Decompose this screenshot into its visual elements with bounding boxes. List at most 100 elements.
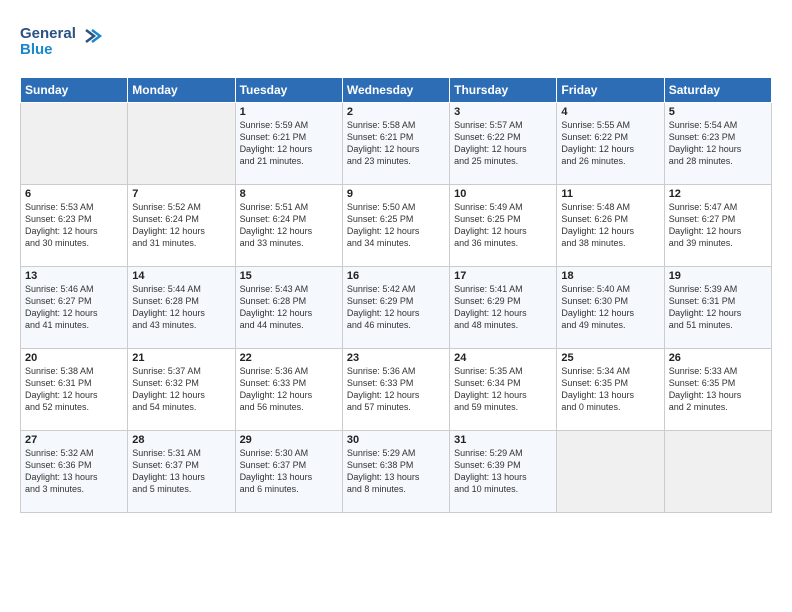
calendar-cell: 16Sunrise: 5:42 AM Sunset: 6:29 PM Dayli…	[342, 267, 449, 349]
calendar-cell: 15Sunrise: 5:43 AM Sunset: 6:28 PM Dayli…	[235, 267, 342, 349]
calendar-cell: 6Sunrise: 5:53 AM Sunset: 6:23 PM Daylig…	[21, 185, 128, 267]
calendar-cell: 28Sunrise: 5:31 AM Sunset: 6:37 PM Dayli…	[128, 431, 235, 513]
weekday-header-tuesday: Tuesday	[235, 78, 342, 103]
day-detail: Sunrise: 5:46 AM Sunset: 6:27 PM Dayligh…	[25, 283, 123, 332]
day-detail: Sunrise: 5:31 AM Sunset: 6:37 PM Dayligh…	[132, 447, 230, 496]
calendar-cell: 22Sunrise: 5:36 AM Sunset: 6:33 PM Dayli…	[235, 349, 342, 431]
calendar-cell: 18Sunrise: 5:40 AM Sunset: 6:30 PM Dayli…	[557, 267, 664, 349]
calendar-week-2: 6Sunrise: 5:53 AM Sunset: 6:23 PM Daylig…	[21, 185, 772, 267]
day-detail: Sunrise: 5:30 AM Sunset: 6:37 PM Dayligh…	[240, 447, 338, 496]
day-number: 24	[454, 352, 552, 364]
day-number: 2	[347, 106, 445, 118]
svg-text:Blue: Blue	[20, 41, 53, 58]
calendar-cell: 1Sunrise: 5:59 AM Sunset: 6:21 PM Daylig…	[235, 103, 342, 185]
day-detail: Sunrise: 5:58 AM Sunset: 6:21 PM Dayligh…	[347, 119, 445, 168]
calendar-cell: 30Sunrise: 5:29 AM Sunset: 6:38 PM Dayli…	[342, 431, 449, 513]
day-detail: Sunrise: 5:52 AM Sunset: 6:24 PM Dayligh…	[132, 201, 230, 250]
calendar-cell	[664, 431, 771, 513]
day-number: 23	[347, 352, 445, 364]
calendar-cell: 12Sunrise: 5:47 AM Sunset: 6:27 PM Dayli…	[664, 185, 771, 267]
day-number: 26	[669, 352, 767, 364]
day-number: 17	[454, 270, 552, 282]
weekday-header-saturday: Saturday	[664, 78, 771, 103]
day-number: 13	[25, 270, 123, 282]
day-number: 28	[132, 434, 230, 446]
weekday-header-row: SundayMondayTuesdayWednesdayThursdayFrid…	[21, 78, 772, 103]
day-number: 3	[454, 106, 552, 118]
day-detail: Sunrise: 5:39 AM Sunset: 6:31 PM Dayligh…	[669, 283, 767, 332]
weekday-header-monday: Monday	[128, 78, 235, 103]
calendar-cell: 23Sunrise: 5:36 AM Sunset: 6:33 PM Dayli…	[342, 349, 449, 431]
day-detail: Sunrise: 5:48 AM Sunset: 6:26 PM Dayligh…	[561, 201, 659, 250]
calendar-cell: 7Sunrise: 5:52 AM Sunset: 6:24 PM Daylig…	[128, 185, 235, 267]
day-number: 12	[669, 188, 767, 200]
day-detail: Sunrise: 5:33 AM Sunset: 6:35 PM Dayligh…	[669, 365, 767, 414]
calendar-cell: 3Sunrise: 5:57 AM Sunset: 6:22 PM Daylig…	[450, 103, 557, 185]
day-number: 27	[25, 434, 123, 446]
day-number: 20	[25, 352, 123, 364]
day-number: 7	[132, 188, 230, 200]
day-detail: Sunrise: 5:43 AM Sunset: 6:28 PM Dayligh…	[240, 283, 338, 332]
day-number: 4	[561, 106, 659, 118]
calendar-cell: 11Sunrise: 5:48 AM Sunset: 6:26 PM Dayli…	[557, 185, 664, 267]
day-number: 21	[132, 352, 230, 364]
calendar-cell: 2Sunrise: 5:58 AM Sunset: 6:21 PM Daylig…	[342, 103, 449, 185]
day-number: 1	[240, 106, 338, 118]
day-number: 5	[669, 106, 767, 118]
calendar-cell: 27Sunrise: 5:32 AM Sunset: 6:36 PM Dayli…	[21, 431, 128, 513]
day-detail: Sunrise: 5:37 AM Sunset: 6:32 PM Dayligh…	[132, 365, 230, 414]
calendar-cell: 19Sunrise: 5:39 AM Sunset: 6:31 PM Dayli…	[664, 267, 771, 349]
day-detail: Sunrise: 5:44 AM Sunset: 6:28 PM Dayligh…	[132, 283, 230, 332]
weekday-header-wednesday: Wednesday	[342, 78, 449, 103]
calendar-cell: 8Sunrise: 5:51 AM Sunset: 6:24 PM Daylig…	[235, 185, 342, 267]
calendar-cell: 9Sunrise: 5:50 AM Sunset: 6:25 PM Daylig…	[342, 185, 449, 267]
day-number: 16	[347, 270, 445, 282]
calendar-cell	[128, 103, 235, 185]
day-number: 15	[240, 270, 338, 282]
weekday-header-friday: Friday	[557, 78, 664, 103]
calendar-cell: 26Sunrise: 5:33 AM Sunset: 6:35 PM Dayli…	[664, 349, 771, 431]
calendar-cell: 31Sunrise: 5:29 AM Sunset: 6:39 PM Dayli…	[450, 431, 557, 513]
day-detail: Sunrise: 5:53 AM Sunset: 6:23 PM Dayligh…	[25, 201, 123, 250]
calendar-cell: 24Sunrise: 5:35 AM Sunset: 6:34 PM Dayli…	[450, 349, 557, 431]
day-detail: Sunrise: 5:59 AM Sunset: 6:21 PM Dayligh…	[240, 119, 338, 168]
weekday-header-sunday: Sunday	[21, 78, 128, 103]
day-detail: Sunrise: 5:32 AM Sunset: 6:36 PM Dayligh…	[25, 447, 123, 496]
calendar-week-4: 20Sunrise: 5:38 AM Sunset: 6:31 PM Dayli…	[21, 349, 772, 431]
day-detail: Sunrise: 5:54 AM Sunset: 6:23 PM Dayligh…	[669, 119, 767, 168]
day-detail: Sunrise: 5:55 AM Sunset: 6:22 PM Dayligh…	[561, 119, 659, 168]
day-number: 11	[561, 188, 659, 200]
day-number: 14	[132, 270, 230, 282]
logo-svg: General Blue	[20, 20, 110, 64]
calendar-cell: 10Sunrise: 5:49 AM Sunset: 6:25 PM Dayli…	[450, 185, 557, 267]
header: General Blue	[20, 16, 772, 69]
calendar-cell: 5Sunrise: 5:54 AM Sunset: 6:23 PM Daylig…	[664, 103, 771, 185]
day-number: 19	[669, 270, 767, 282]
day-number: 25	[561, 352, 659, 364]
page: General Blue SundayMondayTuesdayWednesda…	[0, 0, 792, 523]
svg-text:General: General	[20, 25, 76, 42]
calendar-cell	[557, 431, 664, 513]
day-detail: Sunrise: 5:40 AM Sunset: 6:30 PM Dayligh…	[561, 283, 659, 332]
day-number: 6	[25, 188, 123, 200]
day-detail: Sunrise: 5:35 AM Sunset: 6:34 PM Dayligh…	[454, 365, 552, 414]
calendar-week-5: 27Sunrise: 5:32 AM Sunset: 6:36 PM Dayli…	[21, 431, 772, 513]
calendar-table: SundayMondayTuesdayWednesdayThursdayFrid…	[20, 77, 772, 513]
calendar-cell: 20Sunrise: 5:38 AM Sunset: 6:31 PM Dayli…	[21, 349, 128, 431]
day-detail: Sunrise: 5:41 AM Sunset: 6:29 PM Dayligh…	[454, 283, 552, 332]
day-detail: Sunrise: 5:50 AM Sunset: 6:25 PM Dayligh…	[347, 201, 445, 250]
day-number: 9	[347, 188, 445, 200]
day-number: 8	[240, 188, 338, 200]
day-detail: Sunrise: 5:29 AM Sunset: 6:39 PM Dayligh…	[454, 447, 552, 496]
calendar-cell: 13Sunrise: 5:46 AM Sunset: 6:27 PM Dayli…	[21, 267, 128, 349]
day-detail: Sunrise: 5:57 AM Sunset: 6:22 PM Dayligh…	[454, 119, 552, 168]
day-detail: Sunrise: 5:29 AM Sunset: 6:38 PM Dayligh…	[347, 447, 445, 496]
day-number: 30	[347, 434, 445, 446]
calendar-cell: 25Sunrise: 5:34 AM Sunset: 6:35 PM Dayli…	[557, 349, 664, 431]
calendar-cell: 17Sunrise: 5:41 AM Sunset: 6:29 PM Dayli…	[450, 267, 557, 349]
day-detail: Sunrise: 5:51 AM Sunset: 6:24 PM Dayligh…	[240, 201, 338, 250]
day-number: 18	[561, 270, 659, 282]
logo: General Blue	[20, 20, 110, 69]
day-number: 22	[240, 352, 338, 364]
day-detail: Sunrise: 5:34 AM Sunset: 6:35 PM Dayligh…	[561, 365, 659, 414]
